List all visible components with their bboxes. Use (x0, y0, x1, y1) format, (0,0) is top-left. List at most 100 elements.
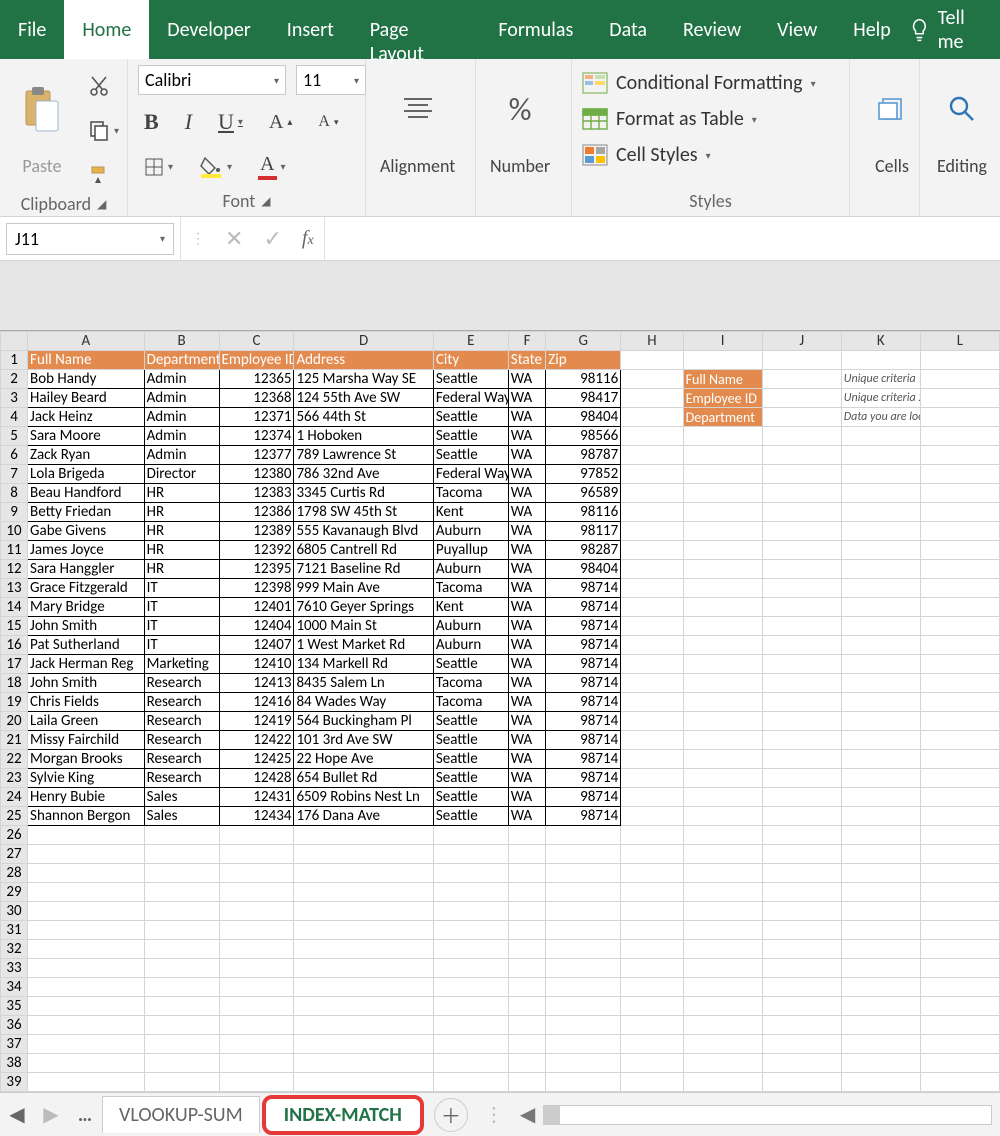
col-header-D[interactable]: D (294, 332, 433, 351)
cell-J20[interactable] (762, 712, 841, 731)
cell-J21[interactable] (762, 731, 841, 750)
cell-B13[interactable]: IT (144, 579, 219, 598)
horizontal-scrollbar[interactable]: ◀ (512, 1102, 1000, 1127)
row-header-20[interactable]: 20 (1, 712, 28, 731)
cell-B17[interactable]: Marketing (144, 655, 219, 674)
cell-K1[interactable] (841, 351, 920, 370)
cell-J15[interactable] (762, 617, 841, 636)
cell-J8[interactable] (762, 484, 841, 503)
cell-F36[interactable] (508, 1016, 545, 1035)
row-header-23[interactable]: 23 (1, 769, 28, 788)
cell-G25[interactable]: 98714 (546, 807, 621, 826)
cell-K25[interactable] (841, 807, 920, 826)
row-header-7[interactable]: 7 (1, 465, 28, 484)
cell-J29[interactable] (762, 883, 841, 902)
cell-J1[interactable] (762, 351, 841, 370)
cell-K2[interactable]: Unique criteria 1 (841, 370, 920, 389)
cell-C32[interactable] (219, 940, 294, 959)
cell-I18[interactable] (683, 674, 762, 693)
cell-L32[interactable] (920, 940, 999, 959)
cell-I34[interactable] (683, 978, 762, 997)
cell-E7[interactable]: Federal Way (433, 465, 508, 484)
cell-H6[interactable] (621, 446, 683, 465)
cell-E18[interactable]: Tacoma (433, 674, 508, 693)
cell-K23[interactable] (841, 769, 920, 788)
cell-I39[interactable] (683, 1073, 762, 1092)
cell-B34[interactable] (144, 978, 219, 997)
cell-C31[interactable] (219, 921, 294, 940)
cell-F4[interactable]: WA (508, 408, 545, 427)
cell-B19[interactable]: Research (144, 693, 219, 712)
cell-J25[interactable] (762, 807, 841, 826)
cell-A13[interactable]: Grace Fitzgerald (28, 579, 145, 598)
italic-button[interactable]: I (179, 105, 198, 139)
cell-G35[interactable] (546, 997, 621, 1016)
cell-C33[interactable] (219, 959, 294, 978)
cell-F7[interactable]: WA (508, 465, 545, 484)
row-header-26[interactable]: 26 (1, 826, 28, 845)
cell-E30[interactable] (433, 902, 508, 921)
cell-K6[interactable] (841, 446, 920, 465)
fx-icon[interactable]: fx (302, 227, 314, 250)
cell-D15[interactable]: 1000 Main St (294, 617, 433, 636)
cell-K30[interactable] (841, 902, 920, 921)
cell-F34[interactable] (508, 978, 545, 997)
row-header-38[interactable]: 38 (1, 1054, 28, 1073)
cell-H1[interactable] (621, 351, 683, 370)
cell-E6[interactable]: Seattle (433, 446, 508, 465)
cell-F9[interactable]: WA (508, 503, 545, 522)
cell-A17[interactable]: Jack Herman Reg (28, 655, 145, 674)
cell-J28[interactable] (762, 864, 841, 883)
row-header-11[interactable]: 11 (1, 541, 28, 560)
cell-G12[interactable]: 98404 (546, 560, 621, 579)
cell-D31[interactable] (294, 921, 433, 940)
sheet-tab-indexmatch[interactable]: INDEX-MATCH (262, 1095, 424, 1135)
row-header-2[interactable]: 2 (1, 370, 28, 389)
cell-I17[interactable] (683, 655, 762, 674)
cell-B24[interactable]: Sales (144, 788, 219, 807)
cell-J11[interactable] (762, 541, 841, 560)
cell-B11[interactable]: HR (144, 541, 219, 560)
cell-C22[interactable]: 12425 (219, 750, 294, 769)
cell-A18[interactable]: John Smith (28, 674, 145, 693)
cell-L7[interactable] (920, 465, 999, 484)
cell-B21[interactable]: Research (144, 731, 219, 750)
cell-G13[interactable]: 98714 (546, 579, 621, 598)
cell-F16[interactable]: WA (508, 636, 545, 655)
cell-B12[interactable]: HR (144, 560, 219, 579)
col-header-F[interactable]: F (508, 332, 545, 351)
cell-L29[interactable] (920, 883, 999, 902)
cell-B15[interactable]: IT (144, 617, 219, 636)
cell-L20[interactable] (920, 712, 999, 731)
cell-I15[interactable] (683, 617, 762, 636)
cell-I7[interactable] (683, 465, 762, 484)
cell-L28[interactable] (920, 864, 999, 883)
select-all-cell[interactable] (1, 332, 28, 351)
cell-E23[interactable]: Seattle (433, 769, 508, 788)
row-header-9[interactable]: 9 (1, 503, 28, 522)
cell-A9[interactable]: Betty Friedan (28, 503, 145, 522)
cell-G17[interactable]: 98714 (546, 655, 621, 674)
cell-C23[interactable]: 12428 (219, 769, 294, 788)
underline-button[interactable]: U ▾ (212, 105, 249, 139)
cell-H19[interactable] (621, 693, 683, 712)
cell-E35[interactable] (433, 997, 508, 1016)
cell-K22[interactable] (841, 750, 920, 769)
cell-H4[interactable] (621, 408, 683, 427)
cell-L16[interactable] (920, 636, 999, 655)
cell-F24[interactable]: WA (508, 788, 545, 807)
cell-B25[interactable]: Sales (144, 807, 219, 826)
cell-D2[interactable]: 125 Marsha Way SE (294, 370, 433, 389)
cell-B26[interactable] (144, 826, 219, 845)
row-header-37[interactable]: 37 (1, 1035, 28, 1054)
cell-H36[interactable] (621, 1016, 683, 1035)
cell-D1[interactable]: Address (294, 351, 433, 370)
sheet-options-icon[interactable]: ⋮ (476, 1102, 512, 1127)
cell-B31[interactable] (144, 921, 219, 940)
cell-D21[interactable]: 101 3rd Ave SW (294, 731, 433, 750)
cell-H34[interactable] (621, 978, 683, 997)
cell-C18[interactable]: 12413 (219, 674, 294, 693)
row-header-29[interactable]: 29 (1, 883, 28, 902)
cell-J27[interactable] (762, 845, 841, 864)
cell-I29[interactable] (683, 883, 762, 902)
